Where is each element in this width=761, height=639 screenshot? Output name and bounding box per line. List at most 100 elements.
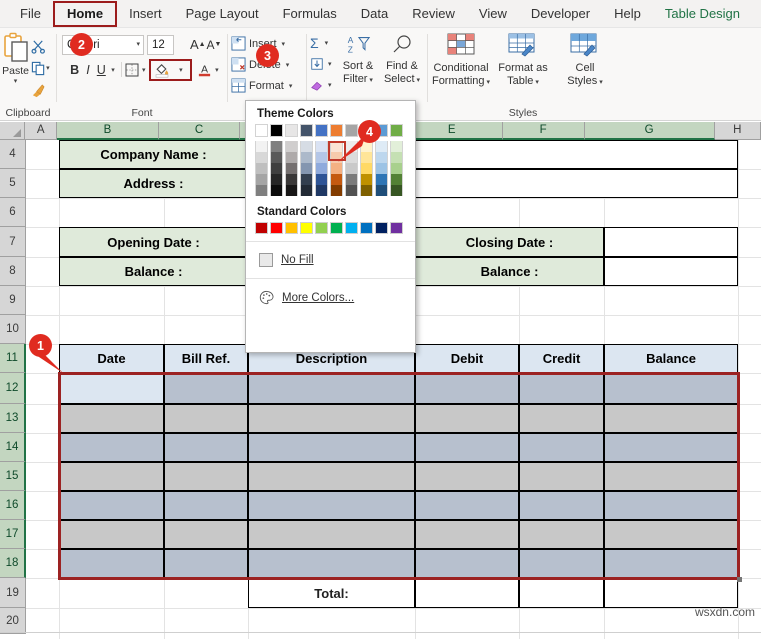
table-cell[interactable] <box>248 549 415 578</box>
table-cell[interactable] <box>519 520 604 549</box>
theme-color-swatch[interactable] <box>390 124 403 137</box>
standard-color-swatch[interactable] <box>345 222 358 234</box>
theme-color-swatch[interactable] <box>315 141 328 152</box>
sort-filter-button[interactable]: A Z Sort & Filter ▾ <box>336 34 380 107</box>
total-debit-cell[interactable] <box>415 578 519 608</box>
row-header-16[interactable]: 16 <box>0 491 26 520</box>
format-as-table-button[interactable]: Format as Table ▾ <box>492 31 554 107</box>
theme-color-swatch[interactable] <box>360 174 373 185</box>
theme-color-swatch[interactable] <box>270 152 283 163</box>
theme-color-swatch[interactable] <box>390 185 403 196</box>
theme-color-swatch[interactable] <box>345 174 358 185</box>
input-closing-date[interactable] <box>604 227 738 257</box>
font-color-chevron-down-icon[interactable]: ▾ <box>212 59 222 80</box>
table-cell[interactable] <box>248 373 415 404</box>
table-cell[interactable] <box>604 549 738 578</box>
table-cell[interactable] <box>604 373 738 404</box>
format-painter-button[interactable] <box>31 79 56 101</box>
table-cell[interactable] <box>164 462 248 491</box>
theme-color-swatch[interactable] <box>330 185 343 196</box>
tab-help[interactable]: Help <box>602 1 653 27</box>
copy-chevron-down-icon[interactable]: ▾ <box>46 64 50 72</box>
column-header-A[interactable]: A <box>25 122 58 140</box>
theme-color-swatch[interactable] <box>300 185 313 196</box>
table-cell[interactable] <box>248 404 415 433</box>
table-cell[interactable] <box>415 520 519 549</box>
tab-developer[interactable]: Developer <box>519 1 602 27</box>
selection-fill-handle[interactable] <box>737 577 742 582</box>
row-header-4[interactable]: 4 <box>0 140 26 169</box>
table-cell[interactable] <box>59 404 164 433</box>
row-header-19[interactable]: 19 <box>0 578 26 608</box>
paste-chevron-down-icon[interactable]: ▾ <box>0 77 31 85</box>
theme-color-swatch[interactable] <box>315 185 328 196</box>
row-header-15[interactable]: 15 <box>0 462 26 491</box>
table-cell[interactable] <box>248 462 415 491</box>
theme-color-swatch[interactable] <box>390 152 403 163</box>
conditional-formatting-button[interactable]: Conditional Formatting ▾ <box>430 31 492 107</box>
cell-styles-button[interactable]: Cell Styles ▾ <box>554 31 616 107</box>
row-header-9[interactable]: 9 <box>0 286 26 315</box>
column-header-C[interactable]: C <box>158 122 241 140</box>
table-cell[interactable] <box>519 373 604 404</box>
table-cell[interactable] <box>164 491 248 520</box>
table-cell[interactable] <box>415 404 519 433</box>
select-all-corner[interactable] <box>0 122 26 140</box>
standard-color-swatch[interactable] <box>330 222 343 234</box>
theme-color-swatch[interactable] <box>285 163 298 174</box>
fill-color-button[interactable]: ▾ <box>148 58 192 81</box>
delete-chevron-down-icon[interactable]: ▾ <box>286 61 290 69</box>
column-header-G[interactable]: G <box>584 122 715 140</box>
theme-color-swatch[interactable] <box>255 124 268 137</box>
table-cell[interactable] <box>248 433 415 462</box>
tab-formulas[interactable]: Formulas <box>271 1 349 27</box>
theme-color-swatch[interactable] <box>255 174 268 185</box>
table-cell[interactable] <box>59 520 164 549</box>
decrease-font-size-button[interactable]: A ▼ <box>206 34 222 55</box>
format-cells-button[interactable]: Format ▾ <box>231 75 303 96</box>
row-header-12[interactable]: 12 <box>0 373 26 404</box>
theme-color-swatch[interactable] <box>315 124 328 137</box>
theme-color-swatch[interactable] <box>270 174 283 185</box>
copy-button[interactable]: ▾ <box>31 57 56 79</box>
theme-color-swatch[interactable] <box>300 174 313 185</box>
theme-color-swatch[interactable] <box>315 152 328 163</box>
theme-color-swatch[interactable] <box>330 174 343 185</box>
format-chevron-down-icon[interactable]: ▾ <box>289 82 293 90</box>
row-header-13[interactable]: 13 <box>0 404 26 433</box>
theme-color-swatch[interactable] <box>285 174 298 185</box>
bold-button[interactable]: B <box>68 59 81 80</box>
row-header-8[interactable]: 8 <box>0 257 26 286</box>
table-cell[interactable] <box>415 549 519 578</box>
underline-chevron-down-icon[interactable]: ▾ <box>108 59 118 80</box>
table-cell[interactable] <box>59 491 164 520</box>
table-cell[interactable] <box>164 520 248 549</box>
theme-color-swatch[interactable] <box>300 152 313 163</box>
increase-font-size-button[interactable]: A ▲ <box>190 34 206 55</box>
theme-color-swatch[interactable] <box>390 174 403 185</box>
column-header-H[interactable]: H <box>714 122 761 140</box>
table-cell[interactable] <box>604 520 738 549</box>
theme-color-swatch[interactable] <box>315 163 328 174</box>
tab-review[interactable]: Review <box>400 1 467 27</box>
theme-color-swatch[interactable] <box>375 163 388 174</box>
fill-color-chevron-down-icon[interactable]: ▾ <box>173 59 189 80</box>
total-credit-cell[interactable] <box>519 578 604 608</box>
row-header-7[interactable]: 7 <box>0 227 26 257</box>
table-cell[interactable] <box>415 462 519 491</box>
standard-color-swatch[interactable] <box>360 222 373 234</box>
table-cell[interactable] <box>415 373 519 404</box>
column-header-F[interactable]: F <box>502 122 585 140</box>
row-header-5[interactable]: 5 <box>0 169 26 198</box>
row-header-18[interactable]: 18 <box>0 549 26 578</box>
table-cell[interactable] <box>604 462 738 491</box>
table-cell[interactable] <box>604 491 738 520</box>
table-cell[interactable] <box>59 433 164 462</box>
theme-color-swatch[interactable] <box>255 163 268 174</box>
standard-color-swatch[interactable] <box>285 222 298 234</box>
clear-button[interactable]: ▾ <box>310 74 336 95</box>
table-cell[interactable] <box>164 549 248 578</box>
row-header-20[interactable]: 20 <box>0 608 26 634</box>
theme-color-swatch[interactable] <box>270 124 283 137</box>
font-color-button[interactable]: A <box>197 59 212 80</box>
